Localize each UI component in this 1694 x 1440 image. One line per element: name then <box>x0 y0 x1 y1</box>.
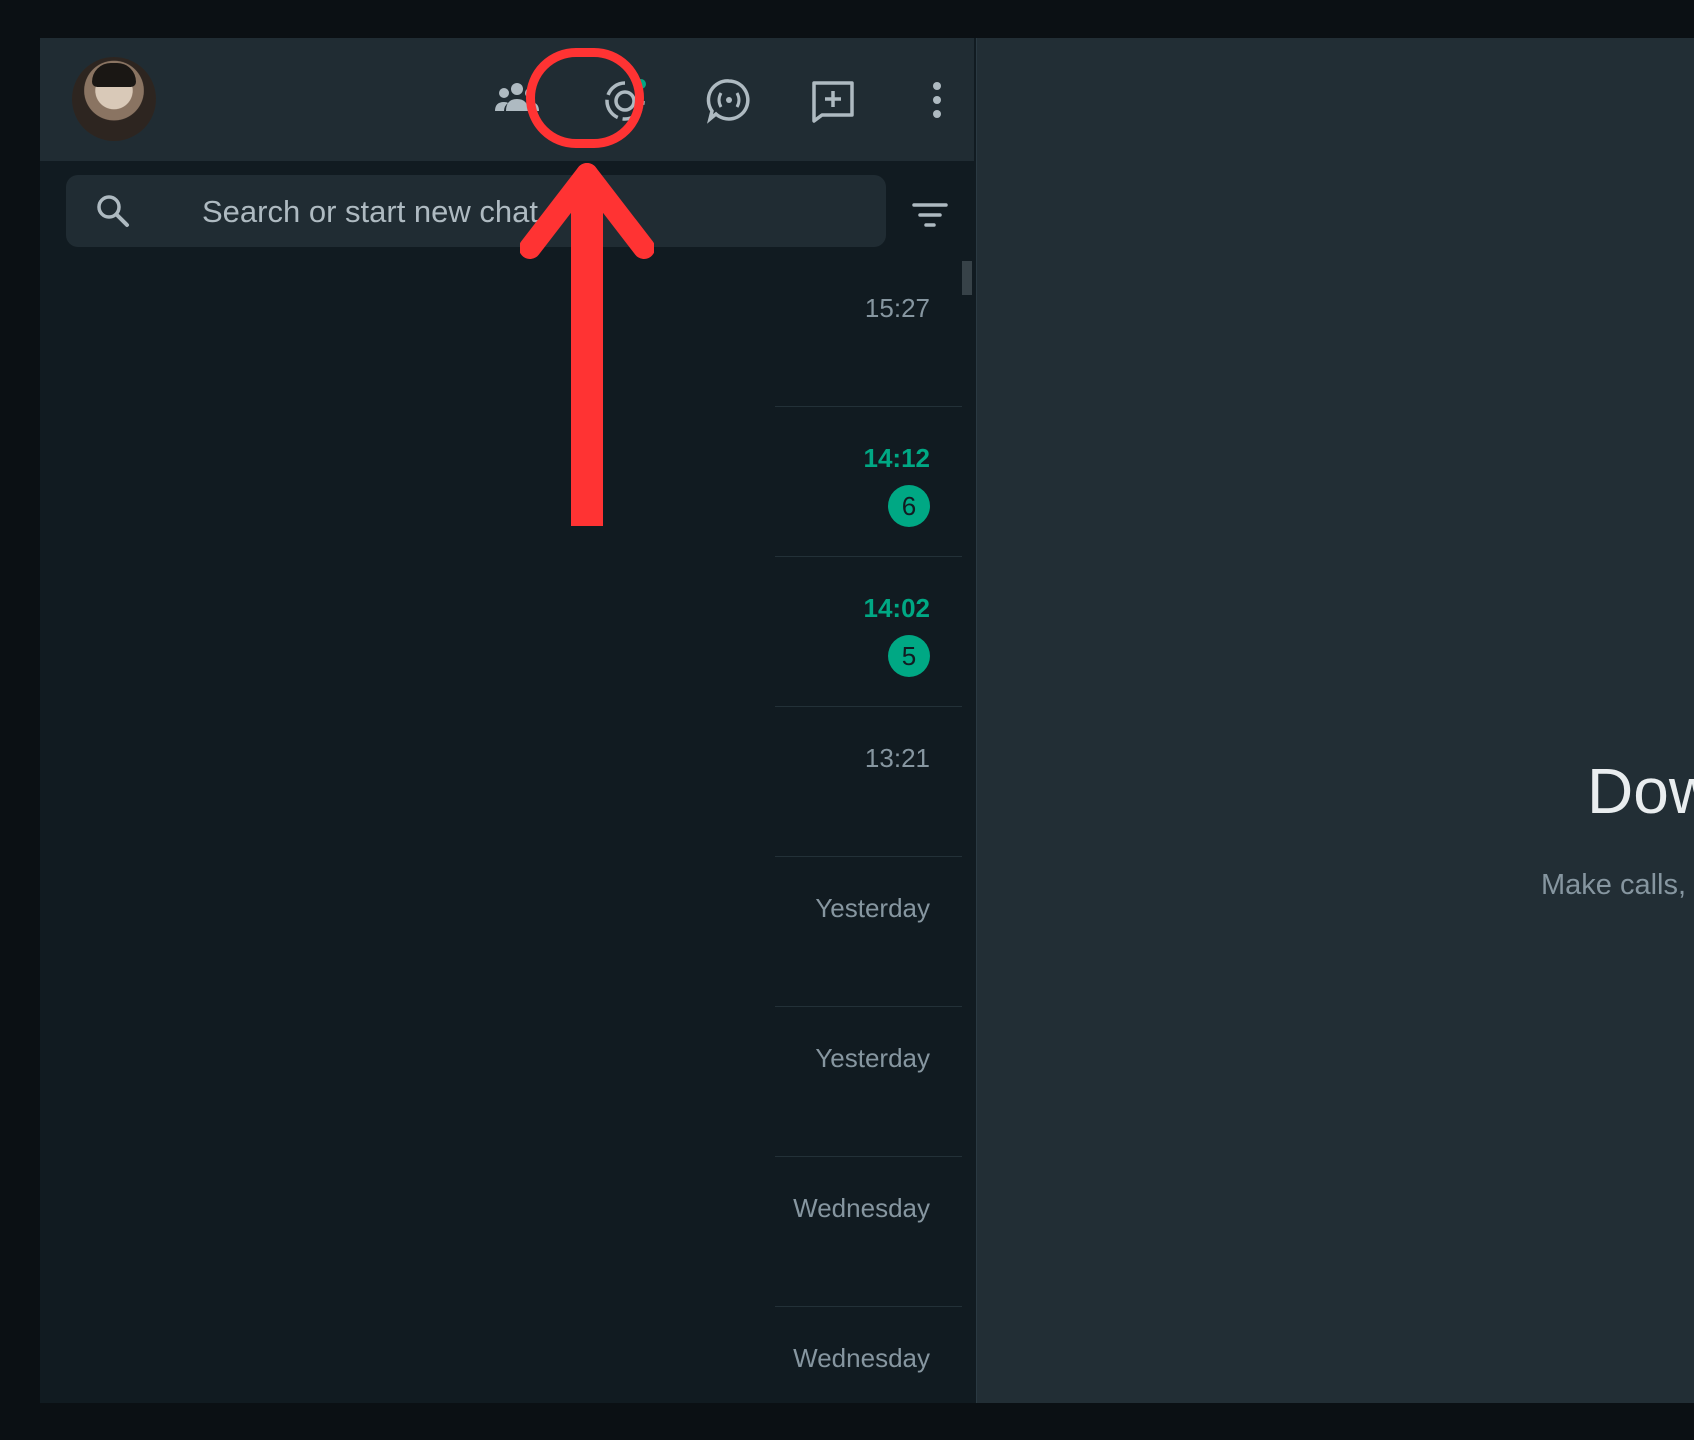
chat-list-item[interactable]: Wednesday <box>40 1307 962 1403</box>
whatsapp-window: 15:27 14:12 6 14:02 5 13:21 Yesterday <box>40 38 1694 1403</box>
profile-avatar[interactable] <box>72 57 156 141</box>
annotation-arrow-icon <box>520 163 654 526</box>
chat-time: Yesterday <box>815 1043 930 1073</box>
menu-button[interactable] <box>906 69 968 131</box>
chat-list-item[interactable]: 14:02 5 <box>40 557 962 707</box>
chat-list-item[interactable]: Yesterday <box>40 857 962 1007</box>
sidebar: 15:27 14:12 6 14:02 5 13:21 Yesterday <box>40 38 974 1403</box>
menu-icon <box>933 82 941 118</box>
chat-time: 13:21 <box>864 743 930 773</box>
chat-list-item[interactable]: Yesterday <box>40 1007 962 1157</box>
chat-list: 15:27 14:12 6 14:02 5 13:21 Yesterday Ye… <box>40 257 974 1403</box>
search-icon <box>97 195 129 227</box>
chat-time: 14:12 <box>863 443 931 473</box>
filter-icon[interactable] <box>908 193 952 237</box>
new-chat-button[interactable] <box>802 69 864 131</box>
unread-badge: 6 <box>888 485 930 527</box>
chat-list-item[interactable]: 13:21 <box>40 707 962 857</box>
chat-time: Wednesday <box>793 1343 930 1373</box>
chat-time: Yesterday <box>815 893 930 923</box>
search-bar <box>40 161 974 257</box>
sidebar-header <box>40 38 974 161</box>
annotation-highlight-ring <box>526 48 644 148</box>
main-panel: Dow Make calls, s <box>976 38 1694 1403</box>
unread-badge: 5 <box>888 635 930 677</box>
search-box[interactable] <box>66 175 886 249</box>
new-chat-icon <box>812 81 854 123</box>
intro-title: Dow <box>1587 755 1694 827</box>
chat-time: Wednesday <box>793 1193 930 1223</box>
chat-list-item[interactable]: 15:27 <box>40 257 962 407</box>
intro-subtitle: Make calls, s <box>1541 869 1694 901</box>
channels-button[interactable] <box>698 69 760 131</box>
channels-icon <box>706 79 750 124</box>
chat-time: 14:02 <box>863 593 931 623</box>
chat-list-item[interactable]: Wednesday <box>40 1157 962 1307</box>
chat-list-item[interactable]: 14:12 6 <box>40 407 962 557</box>
chat-time: 15:27 <box>864 293 930 323</box>
